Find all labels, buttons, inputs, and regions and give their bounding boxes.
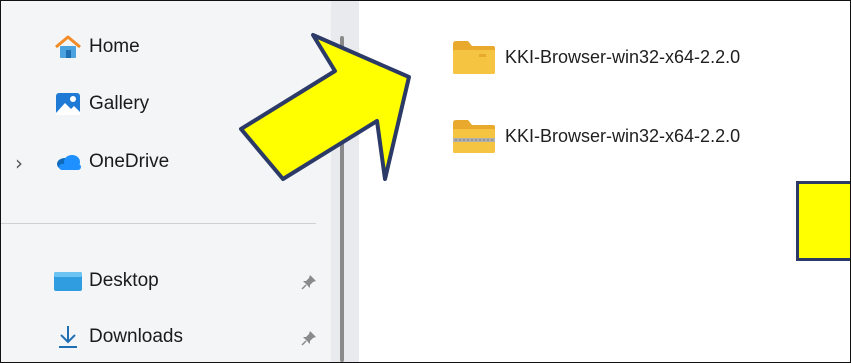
nav-item-onedrive[interactable]: OneDrive — [53, 144, 169, 180]
annotation-arrow — [239, 33, 411, 181]
zip-folder-icon — [453, 120, 495, 153]
file-explorer-window: Home Gallery › OneDrive Desktop Download… — [0, 0, 851, 363]
gallery-icon — [53, 91, 83, 117]
file-name: KKI-Browser-win32-x64-2.2.0 — [505, 46, 741, 67]
nav-separator — [1, 223, 316, 224]
nav-item-label: OneDrive — [89, 151, 170, 172]
nav-item-gallery[interactable]: Gallery — [53, 86, 149, 122]
annotation-box — [796, 181, 850, 261]
pin-icon[interactable] — [301, 274, 317, 290]
nav-item-home[interactable]: Home — [53, 29, 140, 65]
file-name: KKI-Browser-win32-x64-2.2.0 — [505, 125, 741, 146]
file-item-folder[interactable]: KKI-Browser-win32-x64-2.2.0 — [451, 38, 740, 76]
folder-icon — [453, 41, 495, 74]
chevron-right-icon[interactable]: › — [15, 151, 23, 175]
desktop-folder-icon — [53, 268, 83, 294]
nav-item-desktop[interactable]: Desktop — [53, 263, 159, 299]
nav-item-label: Desktop — [89, 270, 159, 291]
pin-icon[interactable] — [301, 330, 317, 346]
nav-item-downloads[interactable]: Downloads — [53, 319, 183, 355]
file-item-zip[interactable]: KKI-Browser-win32-x64-2.2.0 — [451, 117, 740, 155]
onedrive-cloud-icon — [53, 149, 83, 175]
nav-item-label: Home — [89, 36, 140, 57]
nav-item-label: Gallery — [89, 93, 150, 114]
download-arrow-icon — [53, 324, 83, 350]
home-icon — [53, 34, 83, 60]
nav-item-label: Downloads — [89, 326, 183, 347]
